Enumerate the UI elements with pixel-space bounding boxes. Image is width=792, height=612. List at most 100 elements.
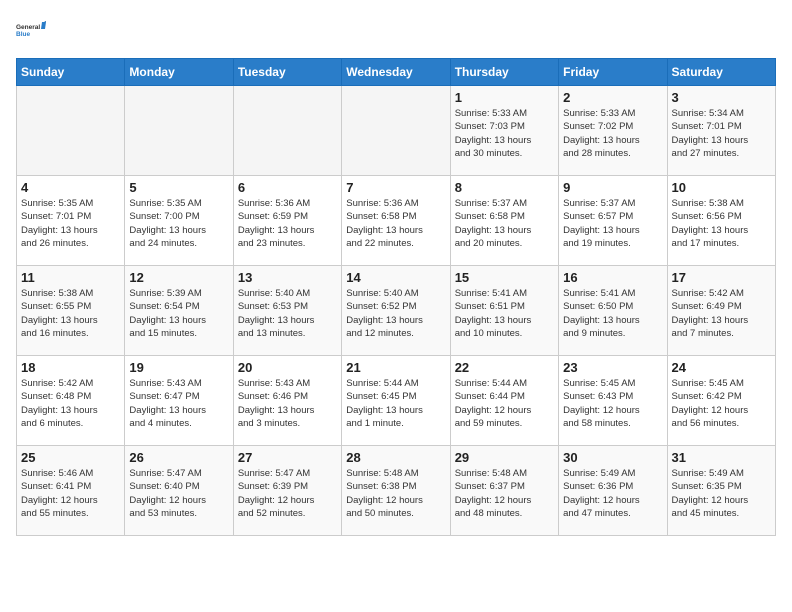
- day-number: 10: [672, 180, 771, 195]
- calendar-cell: 1 Sunrise: 5:33 AM Sunset: 7:03 PM Daylig…: [450, 86, 558, 176]
- calendar-cell: 14Sunrise: 5:40 AM Sunset: 6:52 PM Dayli…: [342, 266, 450, 356]
- calendar-cell: 27 Sunrise: 5:47 AM Sunset: 6:39 PM Dayli…: [233, 446, 341, 536]
- calendar-cell: 11 Sunrise: 5:38 AM Sunset: 6:55 PM Dayli…: [17, 266, 125, 356]
- day-info: Sunrise: 5:37 AM Sunset: 6:58 PM Dayligh…: [455, 197, 554, 250]
- calendar-week-row: 25 Sunrise: 5:46 AM Sunset: 6:41 PM Dayli…: [17, 446, 776, 536]
- weekday-header-saturday: Saturday: [667, 59, 775, 86]
- weekday-header-thursday: Thursday: [450, 59, 558, 86]
- calendar-cell: 23Sunrise: 5:45 AM Sunset: 6:43 PM Dayli…: [559, 356, 667, 446]
- day-number: 4: [21, 180, 120, 195]
- svg-text:Blue: Blue: [16, 31, 30, 38]
- day-info: Sunrise: 5:38 AM Sunset: 6:55 PM Dayligh…: [21, 287, 120, 340]
- calendar-cell: 31 Sunrise: 5:49 AM Sunset: 6:35 PM Dayli…: [667, 446, 775, 536]
- calendar-cell: 7 Sunrise: 5:36 AM Sunset: 6:58 PM Daylig…: [342, 176, 450, 266]
- day-number: 13: [238, 270, 337, 285]
- day-number: 30: [563, 450, 662, 465]
- day-info: Sunrise: 5:33 AM Sunset: 7:02 PM Dayligh…: [563, 107, 662, 160]
- calendar-cell: 16Sunrise: 5:41 AM Sunset: 6:50 PM Dayli…: [559, 266, 667, 356]
- day-number: 3: [672, 90, 771, 105]
- day-number: 12: [129, 270, 228, 285]
- weekday-header-wednesday: Wednesday: [342, 59, 450, 86]
- day-info: Sunrise: 5:45 AM Sunset: 6:42 PM Dayligh…: [672, 377, 771, 430]
- calendar-table: SundayMondayTuesdayWednesdayThursdayFrid…: [16, 58, 776, 536]
- calendar-cell: 30 Sunrise: 5:49 AM Sunset: 6:36 PM Dayli…: [559, 446, 667, 536]
- day-info: Sunrise: 5:39 AM Sunset: 6:54 PM Dayligh…: [129, 287, 228, 340]
- logo: General Blue: [16, 16, 46, 46]
- calendar-cell: 3Sunrise: 5:34 AM Sunset: 7:01 PM Daylig…: [667, 86, 775, 176]
- day-info: Sunrise: 5:44 AM Sunset: 6:44 PM Dayligh…: [455, 377, 554, 430]
- day-number: 27: [238, 450, 337, 465]
- day-number: 6: [238, 180, 337, 195]
- calendar-cell: 24 Sunrise: 5:45 AM Sunset: 6:42 PM Dayli…: [667, 356, 775, 446]
- day-info: Sunrise: 5:49 AM Sunset: 6:36 PM Dayligh…: [563, 467, 662, 520]
- weekday-header-sunday: Sunday: [17, 59, 125, 86]
- calendar-week-row: 4Sunrise: 5:35 AM Sunset: 7:01 PM Daylig…: [17, 176, 776, 266]
- calendar-cell: 5 Sunrise: 5:35 AM Sunset: 7:00 PM Daylig…: [125, 176, 233, 266]
- weekday-header-monday: Monday: [125, 59, 233, 86]
- day-info: Sunrise: 5:42 AM Sunset: 6:48 PM Dayligh…: [21, 377, 120, 430]
- calendar-week-row: 11 Sunrise: 5:38 AM Sunset: 6:55 PM Dayli…: [17, 266, 776, 356]
- calendar-cell: 12 Sunrise: 5:39 AM Sunset: 6:54 PM Dayli…: [125, 266, 233, 356]
- day-info: Sunrise: 5:47 AM Sunset: 6:40 PM Dayligh…: [129, 467, 228, 520]
- day-number: 25: [21, 450, 120, 465]
- day-info: Sunrise: 5:42 AM Sunset: 6:49 PM Dayligh…: [672, 287, 771, 340]
- day-number: 21: [346, 360, 445, 375]
- day-info: Sunrise: 5:45 AM Sunset: 6:43 PM Dayligh…: [563, 377, 662, 430]
- day-number: 31: [672, 450, 771, 465]
- logo-icon: General Blue: [16, 16, 46, 46]
- calendar-cell: 29 Sunrise: 5:48 AM Sunset: 6:37 PM Dayli…: [450, 446, 558, 536]
- calendar-cell: 25 Sunrise: 5:46 AM Sunset: 6:41 PM Dayli…: [17, 446, 125, 536]
- day-info: Sunrise: 5:36 AM Sunset: 6:58 PM Dayligh…: [346, 197, 445, 250]
- day-info: Sunrise: 5:44 AM Sunset: 6:45 PM Dayligh…: [346, 377, 445, 430]
- day-number: 29: [455, 450, 554, 465]
- day-number: 5: [129, 180, 228, 195]
- calendar-cell: 6 Sunrise: 5:36 AM Sunset: 6:59 PM Daylig…: [233, 176, 341, 266]
- calendar-cell: 26 Sunrise: 5:47 AM Sunset: 6:40 PM Dayli…: [125, 446, 233, 536]
- calendar-cell: [17, 86, 125, 176]
- calendar-cell: 4Sunrise: 5:35 AM Sunset: 7:01 PM Daylig…: [17, 176, 125, 266]
- weekday-header-friday: Friday: [559, 59, 667, 86]
- calendar-cell: 20Sunrise: 5:43 AM Sunset: 6:46 PM Dayli…: [233, 356, 341, 446]
- calendar-cell: 8 Sunrise: 5:37 AM Sunset: 6:58 PM Daylig…: [450, 176, 558, 266]
- calendar-cell: 18 Sunrise: 5:42 AM Sunset: 6:48 PM Dayli…: [17, 356, 125, 446]
- day-info: Sunrise: 5:35 AM Sunset: 7:00 PM Dayligh…: [129, 197, 228, 250]
- day-number: 8: [455, 180, 554, 195]
- calendar-week-row: 18 Sunrise: 5:42 AM Sunset: 6:48 PM Dayli…: [17, 356, 776, 446]
- day-info: Sunrise: 5:36 AM Sunset: 6:59 PM Dayligh…: [238, 197, 337, 250]
- day-info: Sunrise: 5:41 AM Sunset: 6:50 PM Dayligh…: [563, 287, 662, 340]
- calendar-cell: 10 Sunrise: 5:38 AM Sunset: 6:56 PM Dayli…: [667, 176, 775, 266]
- weekday-header-tuesday: Tuesday: [233, 59, 341, 86]
- day-info: Sunrise: 5:38 AM Sunset: 6:56 PM Dayligh…: [672, 197, 771, 250]
- day-info: Sunrise: 5:46 AM Sunset: 6:41 PM Dayligh…: [21, 467, 120, 520]
- calendar-cell: [125, 86, 233, 176]
- day-info: Sunrise: 5:37 AM Sunset: 6:57 PM Dayligh…: [563, 197, 662, 250]
- day-info: Sunrise: 5:43 AM Sunset: 6:47 PM Dayligh…: [129, 377, 228, 430]
- calendar-week-row: 1 Sunrise: 5:33 AM Sunset: 7:03 PM Daylig…: [17, 86, 776, 176]
- day-number: 26: [129, 450, 228, 465]
- day-info: Sunrise: 5:33 AM Sunset: 7:03 PM Dayligh…: [455, 107, 554, 160]
- day-number: 28: [346, 450, 445, 465]
- day-number: 20: [238, 360, 337, 375]
- day-number: 11: [21, 270, 120, 285]
- day-info: Sunrise: 5:48 AM Sunset: 6:38 PM Dayligh…: [346, 467, 445, 520]
- calendar-cell: 17 Sunrise: 5:42 AM Sunset: 6:49 PM Dayli…: [667, 266, 775, 356]
- calendar-cell: [233, 86, 341, 176]
- day-info: Sunrise: 5:40 AM Sunset: 6:53 PM Dayligh…: [238, 287, 337, 340]
- day-number: 2: [563, 90, 662, 105]
- day-info: Sunrise: 5:49 AM Sunset: 6:35 PM Dayligh…: [672, 467, 771, 520]
- page-header: General Blue: [16, 16, 776, 46]
- day-number: 24: [672, 360, 771, 375]
- calendar-cell: 19Sunrise: 5:43 AM Sunset: 6:47 PM Dayli…: [125, 356, 233, 446]
- calendar-cell: 28 Sunrise: 5:48 AM Sunset: 6:38 PM Dayli…: [342, 446, 450, 536]
- day-number: 17: [672, 270, 771, 285]
- day-number: 7: [346, 180, 445, 195]
- calendar-cell: 22Sunrise: 5:44 AM Sunset: 6:44 PM Dayli…: [450, 356, 558, 446]
- calendar-cell: 15Sunrise: 5:41 AM Sunset: 6:51 PM Dayli…: [450, 266, 558, 356]
- day-number: 9: [563, 180, 662, 195]
- day-info: Sunrise: 5:47 AM Sunset: 6:39 PM Dayligh…: [238, 467, 337, 520]
- calendar-header-row: SundayMondayTuesdayWednesdayThursdayFrid…: [17, 59, 776, 86]
- day-number: 18: [21, 360, 120, 375]
- day-number: 1: [455, 90, 554, 105]
- day-info: Sunrise: 5:48 AM Sunset: 6:37 PM Dayligh…: [455, 467, 554, 520]
- day-info: Sunrise: 5:40 AM Sunset: 6:52 PM Dayligh…: [346, 287, 445, 340]
